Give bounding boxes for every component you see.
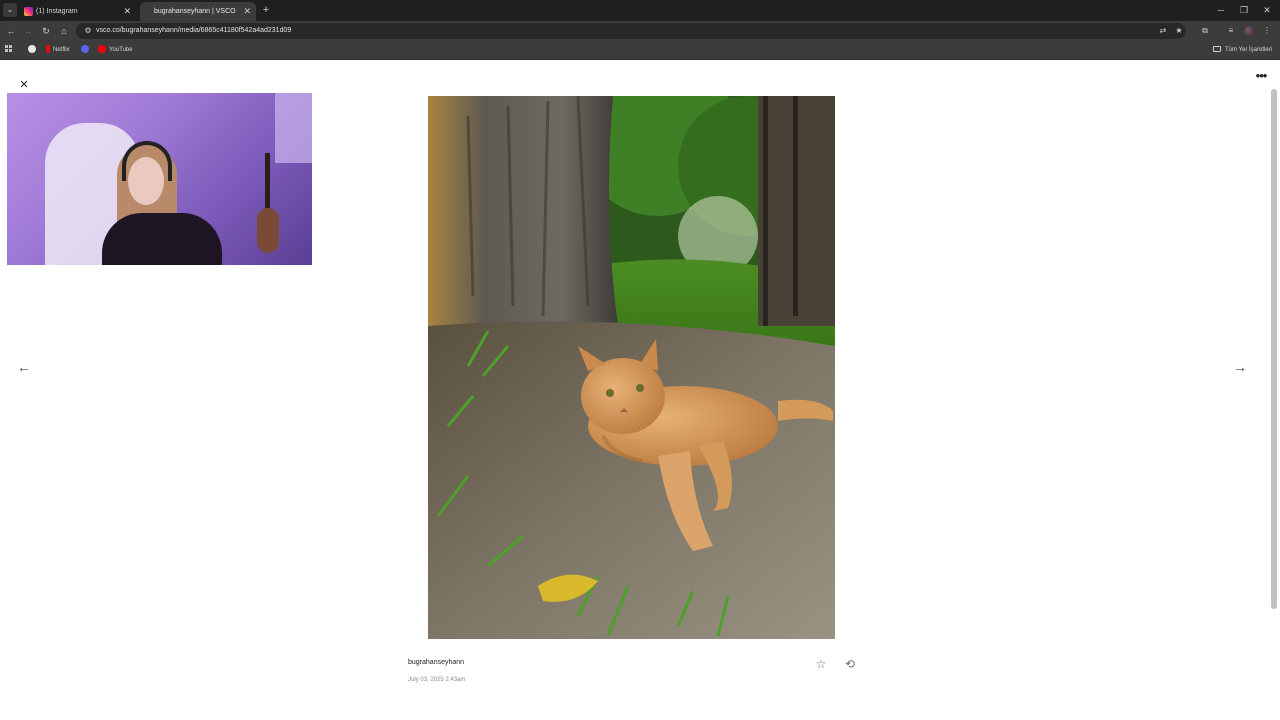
bookmark-netflix[interactable]: Netflix xyxy=(46,41,70,59)
reload-button[interactable]: ↻ xyxy=(38,23,54,39)
google-icon xyxy=(28,45,36,54)
media-control-icon[interactable]: ≡ xyxy=(1223,23,1239,39)
more-options-icon[interactable]: ••• xyxy=(1251,69,1271,83)
site-info-icon[interactable]: ⚙ xyxy=(82,23,94,39)
folder-icon xyxy=(1213,46,1221,53)
back-button[interactable]: ← xyxy=(3,23,19,39)
bookmark-label: Netflix xyxy=(53,47,70,53)
next-arrow-icon[interactable]: → xyxy=(1231,359,1249,375)
tab-instagram[interactable]: (1) Instagram ✕ xyxy=(18,2,136,21)
tab-close-icon[interactable]: ✕ xyxy=(123,2,131,21)
bookmark-star-icon[interactable]: ★ xyxy=(1172,23,1186,39)
url-text[interactable]: vsco.co/bugrahanseyhann/media/6865c41180… xyxy=(96,23,291,39)
page-scrollbar[interactable] xyxy=(1271,89,1277,609)
tab-title: (1) Instagram xyxy=(36,8,78,15)
favorite-star-icon[interactable]: ☆ xyxy=(814,657,828,671)
browser-tab-bar: ⌄ (1) Instagram ✕ bugrahanseyhann | VSCO… xyxy=(0,0,1280,21)
apps-grid-icon[interactable] xyxy=(5,45,14,54)
bookmark-youtube[interactable]: YouTube xyxy=(98,41,133,59)
guitar xyxy=(257,153,279,253)
home-button[interactable]: ⌂ xyxy=(56,23,72,39)
forward-button[interactable]: → xyxy=(20,23,36,39)
window-close-button[interactable]: ✕ xyxy=(1256,2,1278,18)
cat-photo-illustration xyxy=(428,96,835,639)
extensions-icon[interactable]: ⧉ xyxy=(1197,23,1213,39)
tab-search-icon[interactable]: ⌄ xyxy=(3,3,17,17)
vsco-media-page: × ••• ← → bugrahanseyhann July 03, 2025 … xyxy=(0,61,1280,720)
bookmark-label: YouTube xyxy=(109,47,133,53)
post-photo[interactable] xyxy=(428,96,835,639)
republish-icon[interactable]: ⟲ xyxy=(843,657,857,671)
translate-icon[interactable]: ⇄ xyxy=(1156,23,1170,39)
youtube-icon xyxy=(98,45,106,54)
all-bookmarks-button[interactable]: Tüm Yer İşaretleri xyxy=(1213,41,1272,59)
new-tab-button[interactable]: + xyxy=(259,2,273,18)
profile-avatar[interactable] xyxy=(1244,26,1254,36)
previous-arrow-icon[interactable]: ← xyxy=(15,359,33,375)
browser-toolbar: ← → ↻ ⌂ ⚙ vsco.co/bugrahanseyhann/media/… xyxy=(0,21,1280,41)
bookmark-google[interactable] xyxy=(28,41,39,59)
browser-menu-icon[interactable]: ⋮ xyxy=(1259,23,1275,39)
tab-vsco[interactable]: bugrahanseyhann | VSCO ✕ xyxy=(140,2,256,21)
bookmarks-bar: Netflix YouTube Tüm Yer İşaretleri xyxy=(0,41,1280,60)
tab-close-icon[interactable]: ✕ xyxy=(243,2,251,21)
close-icon[interactable]: × xyxy=(16,77,32,93)
webcam-overlay xyxy=(7,93,312,265)
instagram-favicon-icon xyxy=(24,7,33,16)
address-bar[interactable]: ⚙ vsco.co/bugrahanseyhann/media/6865c411… xyxy=(76,23,1186,39)
post-date: July 03, 2025 2:43am xyxy=(408,677,466,683)
tab-title: bugrahanseyhann | VSCO xyxy=(154,8,236,15)
netflix-icon xyxy=(46,45,50,54)
all-bookmarks-label: Tüm Yer İşaretleri xyxy=(1225,47,1273,53)
discord-icon xyxy=(81,45,89,54)
headset-icon xyxy=(122,141,172,181)
restore-button[interactable]: ❐ xyxy=(1233,2,1255,18)
minimize-button[interactable]: ─ xyxy=(1210,2,1232,18)
bookmark-discord[interactable] xyxy=(81,41,92,59)
post-username[interactable]: bugrahanseyhann xyxy=(408,659,464,666)
